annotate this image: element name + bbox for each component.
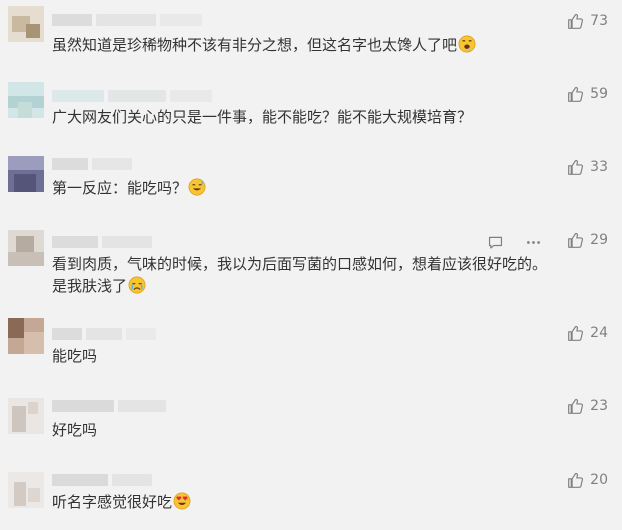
comment-text: 听名字感觉很好吃 — [52, 490, 191, 514]
username-blurred[interactable] — [52, 90, 212, 102]
like-button[interactable]: 29 — [567, 230, 608, 250]
drooling-face-icon — [458, 35, 476, 53]
thumbs-up-icon — [568, 398, 584, 414]
thumbs-up-icon — [568, 159, 584, 175]
heart-eyes-face-icon — [173, 492, 191, 510]
username-blurred[interactable] — [52, 14, 202, 26]
avatar[interactable] — [8, 6, 44, 42]
like-button[interactable]: 73 — [567, 11, 608, 31]
like-count: 20 — [590, 472, 608, 488]
comment-text: 虽然知道是珍稀物种不该有非分之想，但这名字也太馋人了吧 — [52, 33, 476, 57]
like-button[interactable]: 23 — [567, 396, 608, 416]
avatar[interactable] — [8, 156, 44, 192]
username-blurred[interactable] — [52, 236, 152, 248]
avatar[interactable] — [8, 472, 44, 508]
like-button[interactable]: 20 — [567, 470, 608, 490]
thumbs-up-icon — [568, 86, 584, 102]
thumbs-up-icon — [568, 232, 584, 248]
comment-text: 能吃吗 — [52, 347, 98, 365]
avatar[interactable] — [8, 318, 44, 354]
thumbs-up-icon — [568, 325, 584, 341]
like-count: 33 — [590, 159, 608, 175]
comment-text: 好吃吗 — [52, 421, 98, 439]
like-count: 24 — [590, 325, 608, 341]
like-count: 23 — [590, 398, 608, 414]
like-count: 73 — [590, 13, 608, 29]
like-button[interactable]: 24 — [567, 323, 608, 343]
like-button[interactable]: 33 — [567, 157, 608, 177]
comment-text: 广大网友们关心的只是一件事，能不能吃？能不能大规模培育？ — [52, 108, 473, 126]
username-blurred[interactable] — [52, 474, 152, 486]
thumbs-up-icon — [568, 13, 584, 29]
comment-text-line-2: 是我肤浅了 — [52, 274, 146, 298]
like-count: 59 — [590, 86, 608, 102]
more-options-icon[interactable] — [524, 233, 542, 251]
comment-text-content: 第一反应：能吃吗？ — [52, 179, 188, 197]
like-button[interactable]: 59 — [567, 84, 608, 104]
comment-text: 第一反应：能吃吗？ — [52, 176, 206, 200]
avatar[interactable] — [8, 82, 44, 118]
comment-list: 73 虽然知道是珍稀物种不该有非分之想，但这名字也太馋人了吧 59 广大网友们关… — [0, 0, 622, 530]
username-blurred[interactable] — [52, 158, 132, 170]
sweat-smile-face-icon — [188, 178, 206, 196]
reply-icon[interactable] — [486, 233, 504, 251]
comment-text-content: 虽然知道是珍稀物种不该有非分之想，但这名字也太馋人了吧 — [52, 36, 458, 54]
comment-text-content: 是我肤浅了 — [52, 277, 128, 295]
avatar[interactable] — [8, 398, 44, 434]
username-blurred[interactable] — [52, 328, 156, 340]
username-blurred[interactable] — [52, 400, 166, 412]
crying-face-icon — [128, 276, 146, 294]
comment-text-line-1: 看到肉质，气味的时候，我以为后面写菌的口感如何，想着应该很好吃的。 — [52, 255, 548, 273]
comment-text-content: 听名字感觉很好吃 — [52, 493, 173, 511]
avatar[interactable] — [8, 230, 44, 266]
thumbs-up-icon — [568, 472, 584, 488]
comment-actions — [486, 232, 542, 252]
like-count: 29 — [590, 232, 608, 248]
